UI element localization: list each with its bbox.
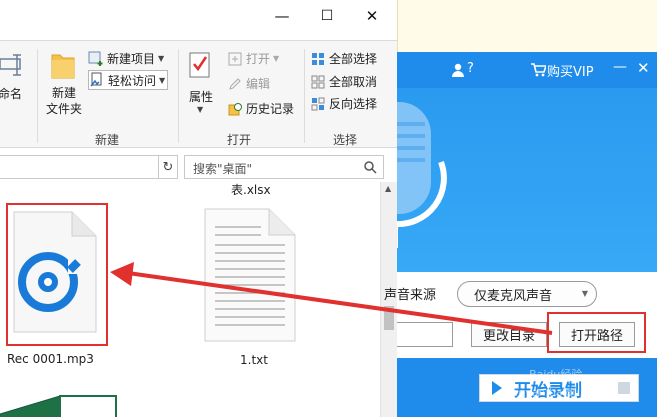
annotation-arrow xyxy=(110,262,553,335)
